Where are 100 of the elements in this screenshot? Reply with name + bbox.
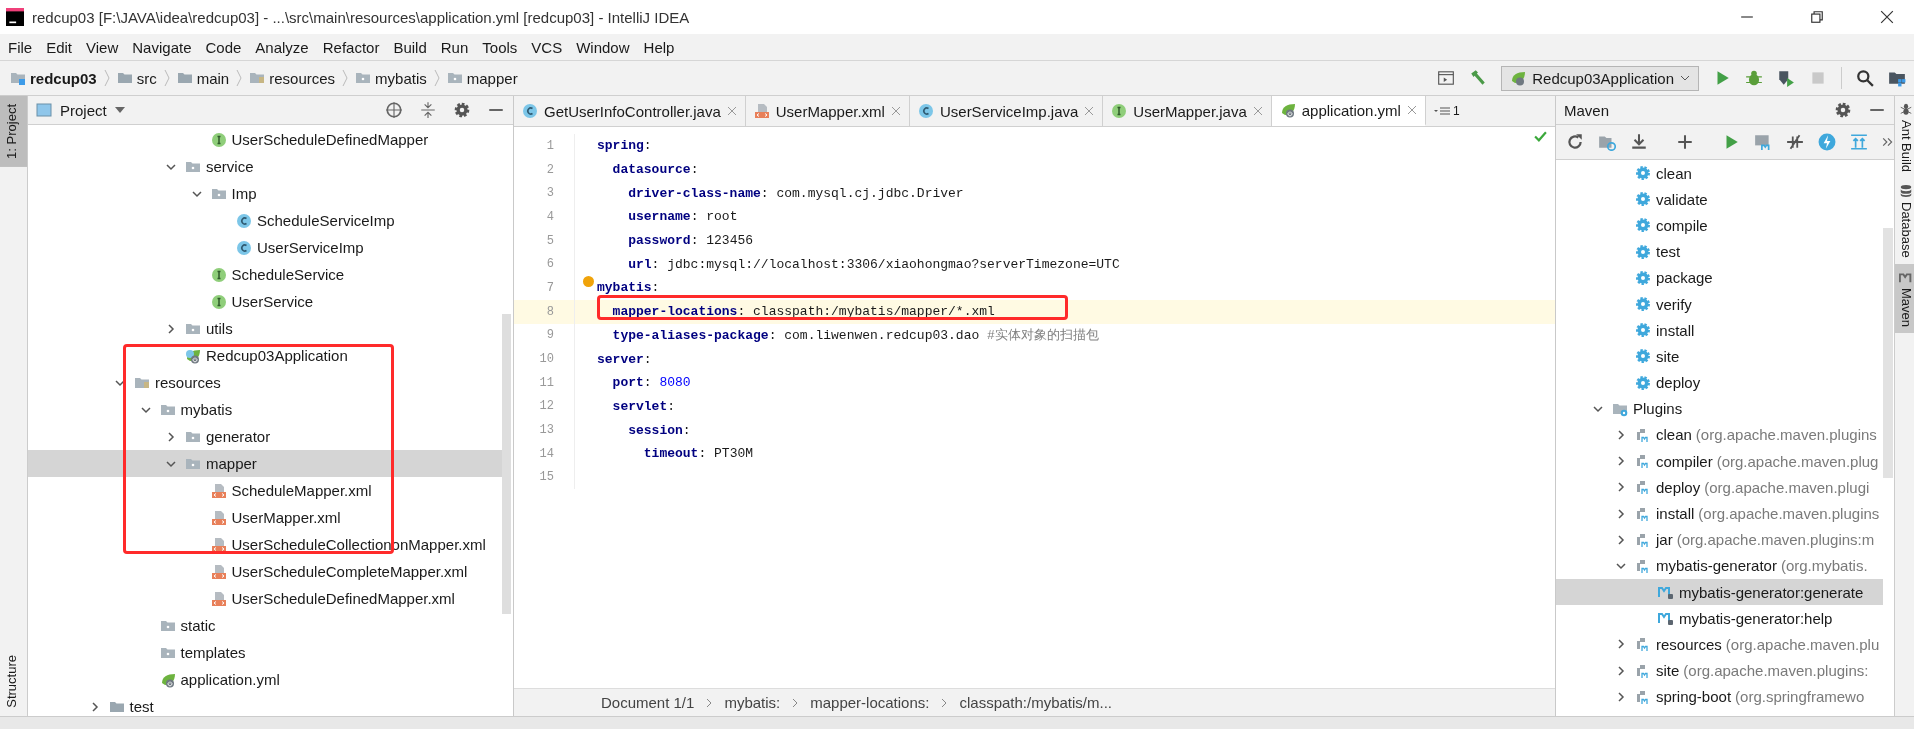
settings-icon[interactable] [453, 101, 471, 119]
tree-row[interactable]: Redcup03Application [28, 342, 502, 369]
download-icon[interactable] [1630, 133, 1648, 151]
path-crumb[interactable]: mapper-locations: [810, 694, 930, 711]
editor-tab[interactable]: UserServiceImp.java [909, 96, 1104, 126]
menu-item[interactable]: Help [643, 38, 675, 56]
tool-window-tab[interactable]: Maven [1895, 263, 1914, 333]
menu-item[interactable]: VCS [531, 38, 563, 56]
tree-row[interactable]: install [1556, 317, 1883, 344]
bug-icon[interactable] [1745, 69, 1763, 87]
tree-row[interactable]: deploy (org.apache.maven.plugi [1556, 474, 1883, 501]
run-configuration-dropdown[interactable]: Redcup03Application [1501, 65, 1699, 91]
tool-window-tab[interactable]: Structure [0, 647, 27, 716]
tree-row[interactable]: UserScheduleCompleteMapper.xml [28, 558, 502, 585]
tree-row[interactable]: deploy [1556, 369, 1883, 396]
tree-row[interactable]: ScheduleServiceImp [28, 207, 502, 234]
collapsed-chevron-icon[interactable] [89, 701, 100, 712]
tree-row[interactable]: site [1556, 343, 1883, 370]
breadcrumb-item[interactable]: src [136, 69, 157, 87]
panel-title-dropdown[interactable]: Project [36, 101, 125, 119]
tree-row[interactable]: resources [28, 369, 502, 396]
menu-item[interactable]: Tools [482, 38, 518, 56]
tree-row[interactable]: UserScheduleDefinedMapper [28, 126, 502, 153]
project-structure-icon[interactable] [1888, 69, 1906, 87]
tree-row[interactable]: mybatis [28, 396, 502, 423]
more-icon[interactable] [1882, 136, 1894, 148]
maximize-icon[interactable] [1810, 10, 1824, 24]
menu-item[interactable]: Navigate [132, 38, 192, 56]
scrollbar[interactable] [1883, 228, 1893, 478]
tree-row[interactable]: resources (org.apache.maven.plu [1556, 631, 1883, 658]
menu-item[interactable]: Window [576, 38, 630, 56]
tree-row[interactable]: jar (org.apache.maven.plugins:m [1556, 526, 1883, 553]
tool-window-tab[interactable]: 1: Project [0, 96, 27, 167]
tree-row[interactable]: test [1556, 238, 1883, 265]
tree-row[interactable]: mybatis-generator:generate [1556, 579, 1883, 606]
editor-tab[interactable]: GetUserInfoController.java [514, 96, 746, 126]
tree-row[interactable]: UserService [28, 288, 502, 315]
expanded-chevron-icon[interactable] [140, 404, 151, 415]
collapse-all-icon[interactable] [419, 101, 437, 119]
collapsed-chevron-icon[interactable] [1616, 639, 1626, 650]
lightning-icon[interactable] [1818, 133, 1836, 151]
tree-row[interactable]: package [1556, 264, 1883, 291]
path-crumb[interactable]: Document 1/1 [601, 694, 695, 711]
editor-tab[interactable]: UserMapper.xml [745, 96, 910, 126]
tree-row[interactable]: application.yml [28, 666, 502, 693]
tree-row[interactable]: templates [28, 639, 502, 666]
tool-window-tab[interactable]: Ant Build [1895, 96, 1914, 179]
tree-row[interactable]: static [28, 612, 502, 639]
tree-row[interactable]: UserScheduleDefinedMapper.xml [28, 585, 502, 612]
terminal-icon[interactable] [1437, 69, 1456, 87]
tree-row[interactable]: utils [28, 315, 502, 342]
editor-tab[interactable]: UserMapper.java [1103, 96, 1272, 126]
menu-item[interactable]: Analyze [255, 38, 309, 56]
collapsed-chevron-icon[interactable] [1616, 482, 1626, 493]
collapsed-chevron-icon[interactable] [1616, 456, 1626, 467]
tree-row[interactable]: UserServiceImp [28, 234, 502, 261]
breadcrumb-item[interactable]: mapper [466, 69, 518, 87]
tree-row[interactable]: generator [28, 423, 502, 450]
path-crumb[interactable]: mybatis: [724, 694, 781, 711]
tree-row[interactable]: ScheduleMapper.xml [28, 477, 502, 504]
expanded-chevron-icon[interactable] [166, 161, 176, 172]
refresh-icon[interactable] [1566, 133, 1584, 151]
tree-row[interactable]: ScheduleService [28, 261, 502, 288]
tree-row[interactable]: compile [1556, 212, 1883, 239]
tree-row[interactable]: Imp [28, 180, 502, 207]
tree-row[interactable]: clean (org.apache.maven.plugins [1556, 421, 1883, 449]
crosshair-icon[interactable] [385, 101, 403, 119]
breadcrumb-item[interactable]: mybatis [375, 69, 427, 87]
tree-row[interactable]: site (org.apache.maven.plugins: [1556, 657, 1883, 684]
path-crumb[interactable]: classpath:/mybatis/m... [959, 694, 1113, 711]
tree-row[interactable]: mybatis-generator (org.mybatis. [1556, 552, 1883, 579]
tree-row[interactable]: Plugins [1556, 395, 1883, 422]
collapsed-chevron-icon[interactable] [1616, 534, 1626, 545]
collapsed-chevron-icon[interactable] [1616, 429, 1626, 440]
tree-row[interactable]: test [28, 693, 502, 720]
tree-row[interactable]: install (org.apache.maven.plugins [1556, 500, 1883, 527]
breadcrumb-item[interactable]: resources [269, 69, 336, 87]
tool-window-tab[interactable]: Database [1895, 178, 1914, 264]
menu-item[interactable]: File [8, 38, 33, 56]
collapsed-chevron-icon[interactable] [1616, 665, 1626, 676]
menu-item[interactable]: Edit [46, 38, 73, 56]
collapsed-chevron-icon[interactable] [1616, 691, 1626, 702]
menu-item[interactable]: Code [205, 38, 242, 56]
tree-row[interactable]: service [28, 153, 502, 180]
coverage-icon[interactable] [1777, 69, 1795, 87]
hammer-icon[interactable] [1469, 69, 1488, 87]
tree-row[interactable]: UserMapper.xml [28, 504, 502, 531]
breadcrumb-item[interactable]: main [196, 69, 230, 87]
close-icon[interactable] [1880, 10, 1894, 24]
toggle-offline-icon[interactable] [1786, 133, 1804, 151]
tree-row[interactable]: mybatis-generator:help [1556, 605, 1883, 632]
breadcrumb-item[interactable]: redcup03 [30, 69, 97, 87]
menu-item[interactable]: Refactor [322, 38, 380, 56]
scrollbar[interactable] [502, 314, 511, 614]
expanded-chevron-icon[interactable] [166, 458, 176, 469]
tree-row[interactable]: compiler (org.apache.maven.plug [1556, 448, 1883, 475]
collapsed-chevron-icon[interactable] [1616, 508, 1626, 519]
tree-row[interactable]: mapper [28, 450, 502, 477]
collapsed-chevron-icon[interactable] [166, 431, 176, 442]
expanded-chevron-icon[interactable] [191, 188, 202, 199]
